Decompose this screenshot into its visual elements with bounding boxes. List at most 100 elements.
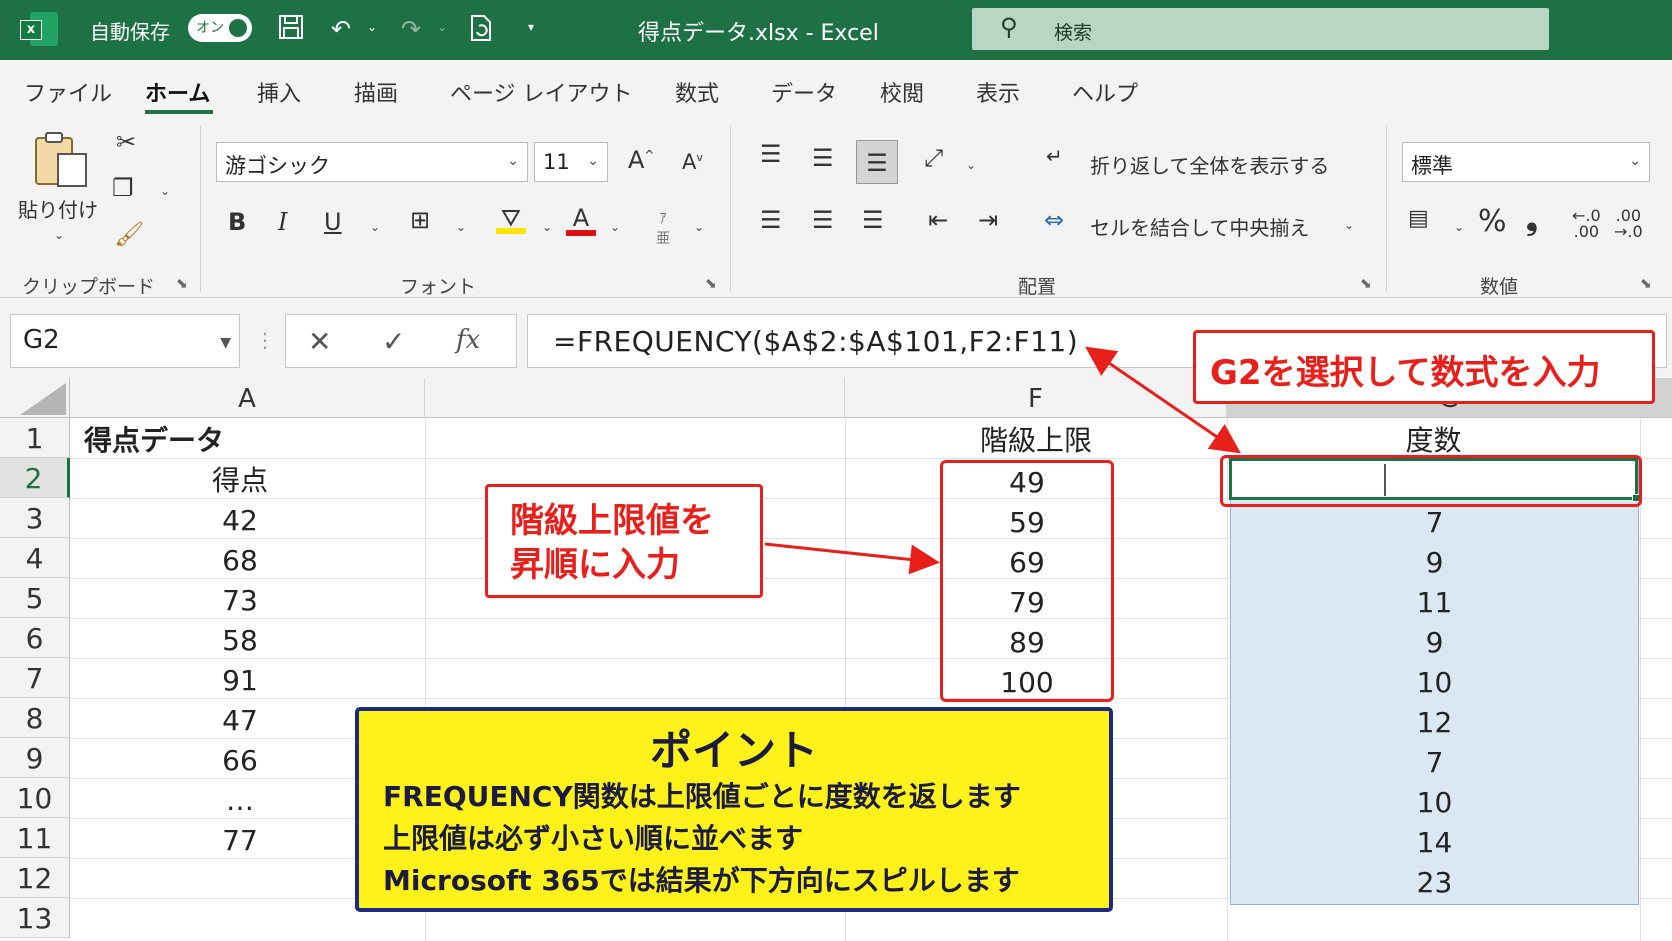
search-box[interactable]: ⚲ 検索 <box>972 8 1549 50</box>
phonetic-chevron-down-icon[interactable]: ⌄ <box>694 220 704 234</box>
bold-button[interactable]: B <box>228 208 246 236</box>
cell-g9[interactable]: 7 <box>1230 742 1639 782</box>
cancel-icon[interactable]: ✕ <box>308 325 331 358</box>
alignment-launcher-icon[interactable]: ⬊ <box>1360 276 1372 292</box>
autosave-toggle[interactable]: オン <box>188 14 252 42</box>
row-header-9[interactable]: 9 <box>0 738 70 778</box>
font-size-combo[interactable]: 11 ⌄ <box>534 142 608 182</box>
cell-a1[interactable]: 得点データ <box>84 420 224 460</box>
row-header-8[interactable]: 8 <box>0 698 70 738</box>
cell-g10[interactable]: 10 <box>1230 782 1639 822</box>
redo-chevron-down-icon[interactable]: ⌄ <box>437 20 447 34</box>
row-header-7[interactable]: 7 <box>0 658 70 698</box>
paste-chevron-down-icon[interactable]: ⌄ <box>54 228 64 242</box>
orientation-chevron-down-icon[interactable]: ⌄ <box>966 158 976 172</box>
number-format-combo[interactable]: 標準 ⌄ <box>1402 142 1650 182</box>
undo-chevron-down-icon[interactable]: ⌄ <box>367 20 377 34</box>
row-header-2[interactable]: 2 <box>0 458 70 498</box>
cell-g11[interactable]: 14 <box>1230 822 1639 862</box>
font-color-icon[interactable]: A <box>566 204 596 236</box>
cell-g1[interactable]: 度数 <box>1227 420 1640 460</box>
row-header-13[interactable]: 13 <box>0 898 70 938</box>
format-painter-icon[interactable]: 🖌 <box>114 220 144 248</box>
merge-center-icon[interactable]: ⇔ <box>1044 206 1064 234</box>
cell-a10[interactable]: … <box>140 780 340 820</box>
decrease-indent-icon[interactable]: ⇤ <box>928 206 948 234</box>
row-header-3[interactable]: 3 <box>0 498 70 538</box>
cell-a3[interactable]: 42 <box>140 500 340 540</box>
align-bottom-icon[interactable]: ☰ <box>856 140 898 184</box>
comma-style-button[interactable]: ❟ <box>1526 202 1538 237</box>
column-header-f[interactable]: F <box>845 378 1227 418</box>
wrap-text-icon[interactable]: ↵ <box>1046 144 1063 168</box>
tab-formulas[interactable]: 数式 <box>675 76 719 108</box>
cell-a9[interactable]: 66 <box>140 740 340 780</box>
merge-chevron-down-icon[interactable]: ⌄ <box>1344 218 1354 232</box>
cell-g4[interactable]: 9 <box>1230 542 1639 582</box>
cell-g6[interactable]: 9 <box>1230 622 1639 662</box>
align-left-icon[interactable]: ☰ <box>760 206 782 234</box>
font-color-chevron-down-icon[interactable]: ⌄ <box>610 220 620 234</box>
decrease-decimal-icon[interactable]: .00 →.0 <box>1614 208 1643 240</box>
column-header-hidden[interactable] <box>425 378 845 418</box>
italic-button[interactable]: I <box>278 208 287 236</box>
tab-file[interactable]: ファイル <box>24 76 112 108</box>
paste-icon[interactable] <box>32 130 90 190</box>
accounting-format-icon[interactable]: ▤ <box>1408 206 1429 231</box>
column-header-a[interactable]: A <box>70 378 425 418</box>
tab-home[interactable]: ホーム <box>145 76 210 108</box>
tab-help[interactable]: ヘルプ <box>1072 76 1138 108</box>
enter-icon[interactable]: ✓ <box>382 325 405 358</box>
row-header-4[interactable]: 4 <box>0 538 70 578</box>
orientation-icon[interactable]: ⤢ <box>924 144 943 172</box>
tab-insert[interactable]: 挿入 <box>257 76 301 108</box>
copy-chevron-down-icon[interactable]: ⌄ <box>160 184 170 198</box>
name-box[interactable]: G2 ▼ <box>10 314 240 368</box>
merge-center-button[interactable]: セルを結合して中央揃え <box>1090 212 1309 241</box>
increase-font-size-button[interactable]: A^ <box>628 146 654 174</box>
row-header-11[interactable]: 11 <box>0 818 70 858</box>
row-header-6[interactable]: 6 <box>0 618 70 658</box>
cell-g3[interactable]: 7 <box>1230 502 1639 542</box>
accounting-chevron-down-icon[interactable]: ⌄ <box>1454 220 1464 234</box>
cell-a11[interactable]: 77 <box>140 820 340 860</box>
redo-icon[interactable]: ↷ <box>396 14 426 44</box>
cell-a5[interactable]: 73 <box>140 580 340 620</box>
increase-indent-icon[interactable]: ⇥ <box>978 206 998 234</box>
save-icon[interactable] <box>276 14 306 44</box>
paste-label[interactable]: 貼り付け <box>18 194 98 223</box>
percent-style-button[interactable]: % <box>1478 204 1507 239</box>
align-middle-icon[interactable]: ☰ <box>812 144 834 172</box>
tab-view[interactable]: 表示 <box>976 76 1020 108</box>
cell-g5[interactable]: 11 <box>1230 582 1639 622</box>
cell-a4[interactable]: 68 <box>140 540 340 580</box>
cell-a8[interactable]: 47 <box>140 700 340 740</box>
number-launcher-icon[interactable]: ⬊ <box>1640 276 1652 292</box>
row-header-10[interactable]: 10 <box>0 778 70 818</box>
font-name-combo[interactable]: 游ゴシック ⌄ <box>216 142 528 182</box>
fill-color-chevron-down-icon[interactable]: ⌄ <box>542 220 552 234</box>
row-header-1[interactable]: 1 <box>0 418 70 458</box>
align-right-icon[interactable]: ☰ <box>862 206 884 234</box>
wrap-text-button[interactable]: 折り返して全体を表示する <box>1090 150 1329 179</box>
tab-data[interactable]: データ <box>771 76 837 108</box>
underline-button[interactable]: U <box>324 208 342 236</box>
font-launcher-icon[interactable]: ⬊ <box>705 276 717 292</box>
tab-draw[interactable]: 描画 <box>354 76 398 108</box>
cell-f1[interactable]: 階級上限 <box>845 420 1227 460</box>
formula-bar-resize-handle[interactable]: ⋮ <box>255 328 275 352</box>
decrease-font-size-button[interactable]: Av <box>682 150 703 174</box>
cell-g12[interactable]: 23 <box>1230 862 1639 902</box>
phonetic-guide-icon[interactable]: ｱ亜 <box>656 208 670 248</box>
row-header-12[interactable]: 12 <box>0 858 70 898</box>
cell-g8[interactable]: 12 <box>1230 702 1639 742</box>
insert-function-icon[interactable]: fx <box>456 325 480 355</box>
autosave-refresh-icon[interactable] <box>466 14 496 44</box>
borders-chevron-down-icon[interactable]: ⌄ <box>456 220 466 234</box>
cell-g7[interactable]: 10 <box>1230 662 1639 702</box>
row-header-5[interactable]: 5 <box>0 578 70 618</box>
align-center-icon[interactable]: ☰ <box>812 206 834 234</box>
cell-a2[interactable]: 得点 <box>140 460 340 500</box>
borders-icon[interactable]: ⊞ <box>410 206 430 234</box>
increase-decimal-icon[interactable]: ←.0.00 <box>1572 208 1601 240</box>
